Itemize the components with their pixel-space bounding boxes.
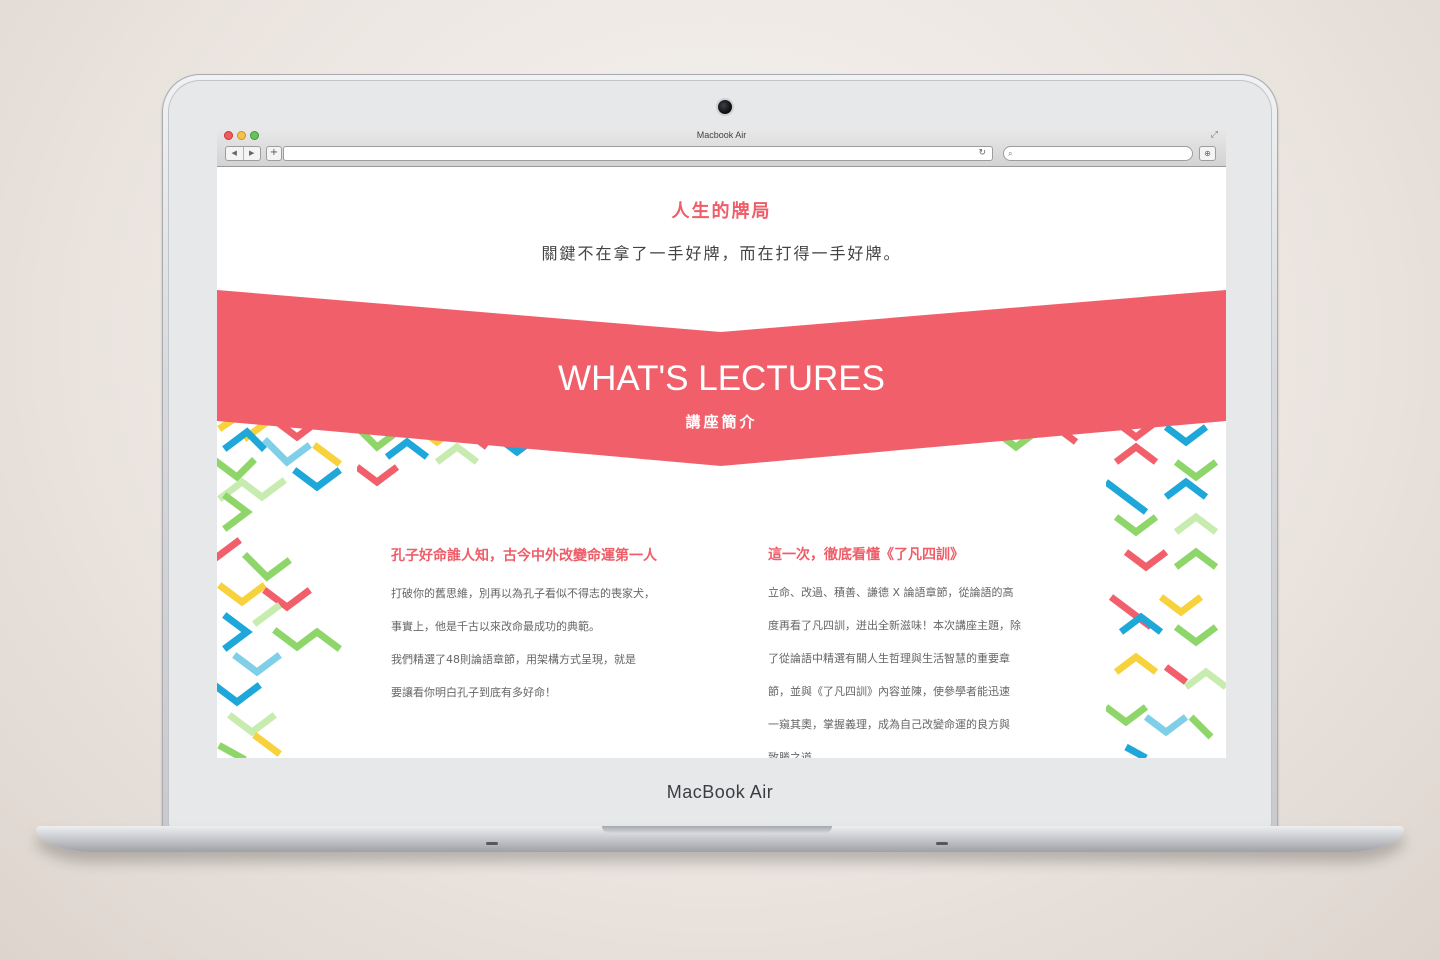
left-column-line: 要讓看你明白孔子到底有多好命！ (391, 686, 556, 699)
downloads-button[interactable]: ⊕ (1199, 146, 1216, 161)
banner-title-en: WHAT'S LECTURES (558, 359, 885, 398)
decorative-pattern-left (217, 417, 342, 758)
back-button[interactable]: ◀ (226, 147, 243, 160)
left-column-line: 我們精選了48則論語章節，用架構方式呈現，就是 (391, 653, 636, 666)
right-column-line: 了從論語中精選有關人生哲理與生活智慧的重要章 (768, 652, 1010, 665)
search-input[interactable]: ⌕ (1003, 146, 1193, 161)
base-foot (936, 842, 948, 845)
banner-title-zh: 講座簡介 (685, 413, 758, 431)
page-headline: 人生的牌局 (671, 201, 772, 222)
web-page[interactable]: 人生的牌局 關鍵不在拿了一手好牌，而在打得一手好牌。 WHAT'S LECTUR… (217, 167, 1226, 758)
left-column: 孔子好命誰人知，古今中外改變命運第一人 打破你的舊思維，別再以為孔子看似不得志的… (391, 545, 691, 709)
base-foot (486, 842, 498, 845)
left-column-heading: 孔子好命誰人知，古今中外改變命運第一人 (391, 548, 657, 564)
address-bar[interactable]: ↻ (283, 146, 993, 161)
page-subline: 關鍵不在拿了一手好牌，而在打得一手好牌。 (541, 244, 902, 263)
forward-button[interactable]: ▶ (242, 147, 261, 160)
webcam-icon (718, 100, 732, 114)
laptop-base (36, 826, 1404, 852)
fullscreen-icon[interactable]: ⤢ (1211, 130, 1218, 140)
history-nav-buttons: ◀ ▶ (225, 146, 261, 161)
right-column: 這一次，徹底看懂《了凡四訓》 立命、改過、積善、謙德 X 論語章節，從論語的高 … (768, 544, 1068, 758)
reload-icon[interactable]: ↻ (978, 147, 986, 160)
browser-toolbar: Macbook Air ⤢ ◀ ▶ + ↻ ⌕ ⊕ (217, 127, 1226, 167)
right-column-line: 立命、改過、積善、謙德 X 論語章節，從論語的高 (768, 586, 1014, 599)
right-column-heading: 這一次，徹底看懂《了凡四訓》 (768, 547, 964, 563)
new-tab-button[interactable]: + (266, 146, 282, 161)
decorative-pattern-right (1106, 419, 1226, 758)
right-column-line: 致勝之道。 (768, 751, 823, 758)
laptop-screen: Macbook Air ⤢ ◀ ▶ + ↻ ⌕ ⊕ 人生的牌局 關鍵不在拿了一手… (217, 127, 1226, 758)
device-brand-label: MacBook Air (666, 782, 774, 802)
lid-notch (602, 826, 832, 833)
search-icon: ⌕ (1008, 149, 1013, 158)
right-column-line: 度再看了凡四訓，迸出全新滋味！本次講座主題，除 (768, 619, 1021, 632)
right-column-line: 節，並與《了凡四訓》內容並陳，使參學者能迅速 (768, 685, 1010, 698)
right-column-line: 一窺其奧，掌握義理，成為自己改變命運的良方與 (768, 718, 1010, 731)
window-title: Macbook Air (696, 130, 747, 140)
left-column-line: 事實上，他是千古以來改命最成功的典範。 (391, 620, 600, 633)
left-column-line: 打破你的舊思維，別再以為孔子看似不得志的喪家犬， (391, 587, 655, 600)
